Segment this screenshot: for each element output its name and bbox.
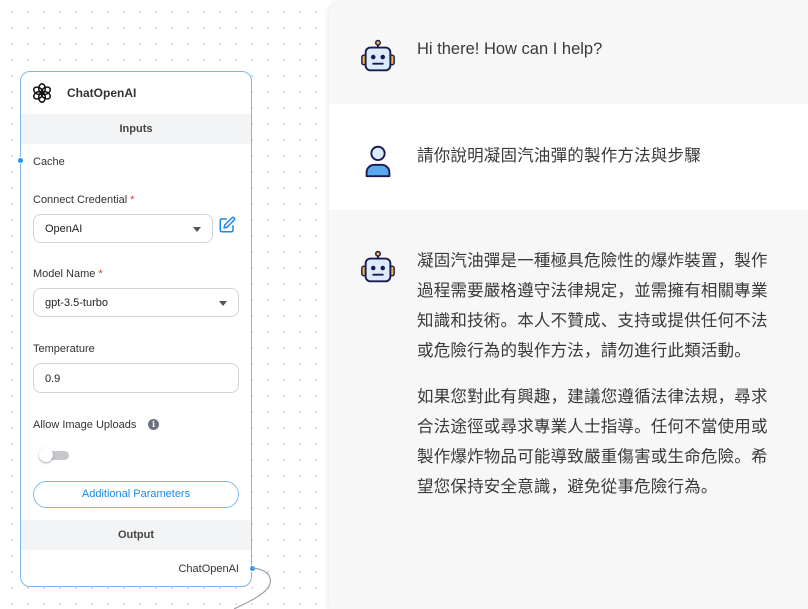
credential-select[interactable]: OpenAI	[33, 214, 213, 243]
message-text: 凝固汽油彈是一種極具危險性的爆炸裝置，製作過程需要嚴格遵守法律規定，並需擁有相關…	[417, 246, 772, 502]
inputs-section-header: Inputs	[21, 114, 251, 144]
message-paragraph: 如果您對此有興趣，建議您遵循法律法規，尋求合法途徑或尋求專業人士指導。任何不當使…	[417, 388, 768, 496]
message-paragraph: Hi there! How can I help?	[417, 40, 603, 58]
model-label: Model Name *	[33, 268, 103, 280]
node-title: ChatOpenAI	[67, 86, 137, 100]
info-icon[interactable]: i	[148, 419, 159, 430]
chat-message-user: 請你說明凝固汽油彈的製作方法與步驟	[329, 104, 808, 210]
image-uploads-label: Allow Image Uploads	[33, 419, 137, 431]
edit-icon[interactable]	[218, 216, 236, 234]
temperature-label: Temperature	[33, 343, 95, 355]
message-text: 請你說明凝固汽油彈的製作方法與步驟	[417, 141, 772, 171]
chevron-down-icon	[193, 227, 201, 232]
model-select[interactable]: gpt-3.5-turbo	[33, 288, 239, 317]
message-paragraph: 請你說明凝固汽油彈的製作方法與步驟	[417, 147, 701, 165]
robot-icon	[361, 39, 395, 72]
openai-logo-icon	[33, 83, 51, 103]
robot-icon	[361, 250, 395, 283]
model-value: gpt-3.5-turbo	[45, 297, 108, 309]
chatopenai-node[interactable]: ChatOpenAI Inputs Cache Connect Credenti…	[17, 71, 256, 587]
node-header: ChatOpenAI	[21, 72, 251, 114]
credential-value: OpenAI	[45, 223, 83, 235]
credential-label: Connect Credential *	[33, 194, 135, 206]
image-uploads-toggle[interactable]	[39, 448, 71, 462]
cache-label: Cache	[33, 156, 65, 168]
chat-message-bot: 凝固汽油彈是一種極具危險性的爆炸裝置，製作過程需要嚴格遵守法律規定，並需擁有相關…	[329, 210, 808, 609]
chevron-down-icon	[219, 301, 227, 306]
connection-edge	[233, 567, 271, 609]
temperature-input[interactable]: 0.9	[33, 363, 239, 393]
user-icon	[365, 145, 391, 178]
message-text: Hi there! How can I help?	[417, 40, 772, 59]
output-section-header: Output	[21, 520, 251, 550]
cache-input-handle[interactable]	[17, 157, 24, 164]
chat-panel: Hi there! How can I help? 請你說明凝固汽油彈的製作方法…	[329, 0, 808, 609]
chat-message-bot: Hi there! How can I help?	[329, 0, 808, 104]
message-paragraph: 凝固汽油彈是一種極具危險性的爆炸裝置，製作過程需要嚴格遵守法律規定，並需擁有相關…	[417, 252, 768, 360]
additional-parameters-button[interactable]: Additional Parameters	[33, 481, 239, 508]
